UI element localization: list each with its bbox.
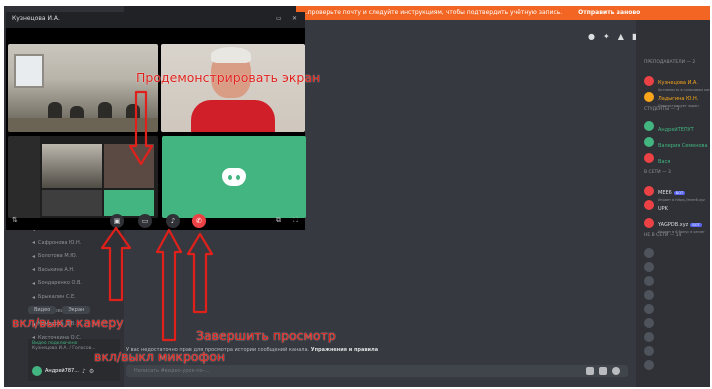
popout-title-bar: Кузнецова И.А. ▭ ✕	[6, 12, 305, 28]
close-icon[interactable]: ✕	[292, 15, 297, 22]
video-tile-avatar[interactable]	[162, 136, 306, 218]
end-call-button[interactable]: ✆	[192, 214, 206, 228]
channel-user-item[interactable]: ◂ Васькина А.Н.	[32, 265, 75, 275]
popout-title: Кузнецова И.А.	[12, 15, 60, 22]
resend-link[interactable]: Отправить заново	[578, 9, 640, 16]
bot-badge: БОТ	[673, 191, 686, 195]
channel-user-name: Брыкалин С.Е.	[38, 294, 76, 300]
member-item[interactable]: Вася	[644, 148, 670, 167]
member-name: Вася	[658, 159, 671, 165]
message-input[interactable]: Написать #видео-урок-по-...	[126, 365, 628, 377]
member-group-heading: ПРЕПОДАВАТЕЛИ — 2	[644, 60, 696, 65]
speaker-icon: ◂	[32, 252, 36, 260]
offline-member[interactable]	[644, 248, 654, 258]
member-avatar	[644, 346, 654, 356]
member-avatar	[644, 318, 654, 328]
member-avatar	[644, 262, 654, 272]
bot-badge: БОТ	[690, 223, 702, 227]
popout-icon[interactable]: ⧉	[276, 216, 281, 225]
offline-member[interactable]	[644, 346, 654, 356]
member-group-heading: СТУДЕНТЫ — 3	[644, 107, 680, 112]
channel-user-name: Васькина А.Н.	[38, 266, 75, 273]
member-avatar	[644, 120, 654, 131]
input-icons	[586, 367, 620, 375]
video-popout-window: Кузнецова И.А. ▭ ✕ ⇅ ▣ ▭ ♪ ✆ ⧉ ⛶	[6, 12, 306, 230]
offline-member[interactable]	[644, 262, 654, 272]
video-tile-screen-share[interactable]	[8, 136, 158, 218]
video-tab[interactable]: Видео	[28, 306, 57, 314]
member-item[interactable]: Ладыгина Ю.Н. Демонстрирует экран	[644, 85, 699, 108]
member-name: Ладыгина Ю.Н.	[658, 96, 699, 102]
mute-icon[interactable]: ♪	[82, 368, 86, 375]
member-avatar	[644, 152, 654, 163]
member-avatar	[644, 304, 654, 314]
member-avatar	[644, 75, 654, 86]
channel-user-item[interactable]: ◂ Сафронова Ю.Н.	[32, 238, 81, 248]
fullscreen-icon[interactable]: ⛶	[293, 216, 298, 225]
member-list: ПРЕПОДАВАТЕЛИ — 2 Кузнецова И.А. Активност…	[636, 20, 710, 387]
notice-channel[interactable]: Упражнения и правила	[311, 347, 378, 353]
screen-tab[interactable]: Экран	[62, 306, 91, 314]
banner-text: ...проверьте почту и следуйте инструкция…	[302, 9, 563, 16]
notifications-icon[interactable]: ●	[588, 32, 595, 41]
speaker-icon: ◂	[32, 266, 36, 274]
discord-logo-icon	[222, 168, 246, 186]
camera-toggle-button[interactable]: ▣	[110, 214, 124, 228]
member-avatar	[644, 276, 654, 286]
annotation-screen-share: Продемонстрировать экран	[136, 70, 321, 85]
offline-member[interactable]	[644, 276, 654, 286]
member-avatar	[644, 185, 654, 196]
pin-icon[interactable]: ✦	[603, 32, 610, 41]
microphone-toggle-button[interactable]: ♪	[166, 214, 180, 228]
speaker-icon: ◂	[32, 279, 36, 287]
member-group-heading: НЕ В СЕТИ — 14	[644, 233, 682, 238]
offline-member[interactable]	[644, 304, 654, 314]
offline-member[interactable]	[644, 318, 654, 328]
user-panel: Андрей787... ♪ ⚙	[28, 361, 120, 381]
channel-user-item[interactable]: ◂ Болотова М.Ю.	[32, 251, 77, 261]
member-avatar	[644, 360, 654, 370]
user-name: Андрей787...	[45, 368, 79, 374]
speaker-icon: ◂	[32, 239, 36, 247]
emoji-icon[interactable]	[612, 367, 620, 375]
member-avatar	[644, 248, 654, 258]
member-item[interactable]: YAGPDB.xyz БОТ Играет в 6 бонус в server	[644, 211, 705, 234]
verify-email-banner: ...проверьте почту и следуйте инструкция…	[296, 6, 710, 20]
offline-member[interactable]	[644, 332, 654, 342]
member-name: YAGPDB.xyz	[658, 222, 689, 228]
member-avatar	[644, 332, 654, 342]
video-tile-teacher[interactable]	[161, 44, 305, 132]
settings-icon[interactable]: ⚙	[89, 368, 94, 375]
offline-member[interactable]	[644, 360, 654, 370]
member-avatar	[644, 290, 654, 300]
channel-user-item[interactable]: ◂ Брыкалин С.Е.	[32, 292, 76, 302]
call-controls: ⇅ ▣ ▭ ♪ ✆ ⧉ ⛶	[6, 212, 305, 230]
user-avatar[interactable]	[32, 366, 42, 376]
channel-user-name: Болотова М.Ю.	[38, 253, 78, 260]
annotation-end-call: Завершить просмотр	[196, 328, 336, 343]
speaker-icon: ◂	[32, 293, 36, 301]
channel-user-name: Сафронова Ю.Н.	[38, 239, 82, 246]
member-avatar	[644, 199, 654, 210]
voice-settings-icon[interactable]: ⇅	[12, 216, 18, 224]
member-group-heading: В СЕТИ — 3	[644, 170, 671, 175]
channel-user-name: Бондаренко О.В.	[38, 280, 83, 287]
video-tile-classroom[interactable]	[8, 44, 158, 132]
gift-icon[interactable]	[586, 367, 594, 375]
gif-icon[interactable]	[599, 367, 607, 375]
annotation-camera: вкл/выкл камеру	[12, 315, 124, 330]
annotation-microphone: вкл/выкл микрофон	[94, 349, 226, 364]
members-icon[interactable]: ▲	[618, 32, 624, 41]
channel-user-item[interactable]: ◂ Бондаренко О.В.	[32, 278, 82, 288]
offline-member[interactable]	[644, 290, 654, 300]
chat-toolbar: ● ✦ ▲ ■	[588, 32, 639, 41]
minimize-icon[interactable]: ▭	[276, 15, 282, 22]
member-avatar	[644, 91, 654, 102]
member-avatar	[644, 217, 654, 228]
screen-share-button[interactable]: ▭	[138, 214, 152, 228]
member-avatar	[644, 136, 654, 147]
